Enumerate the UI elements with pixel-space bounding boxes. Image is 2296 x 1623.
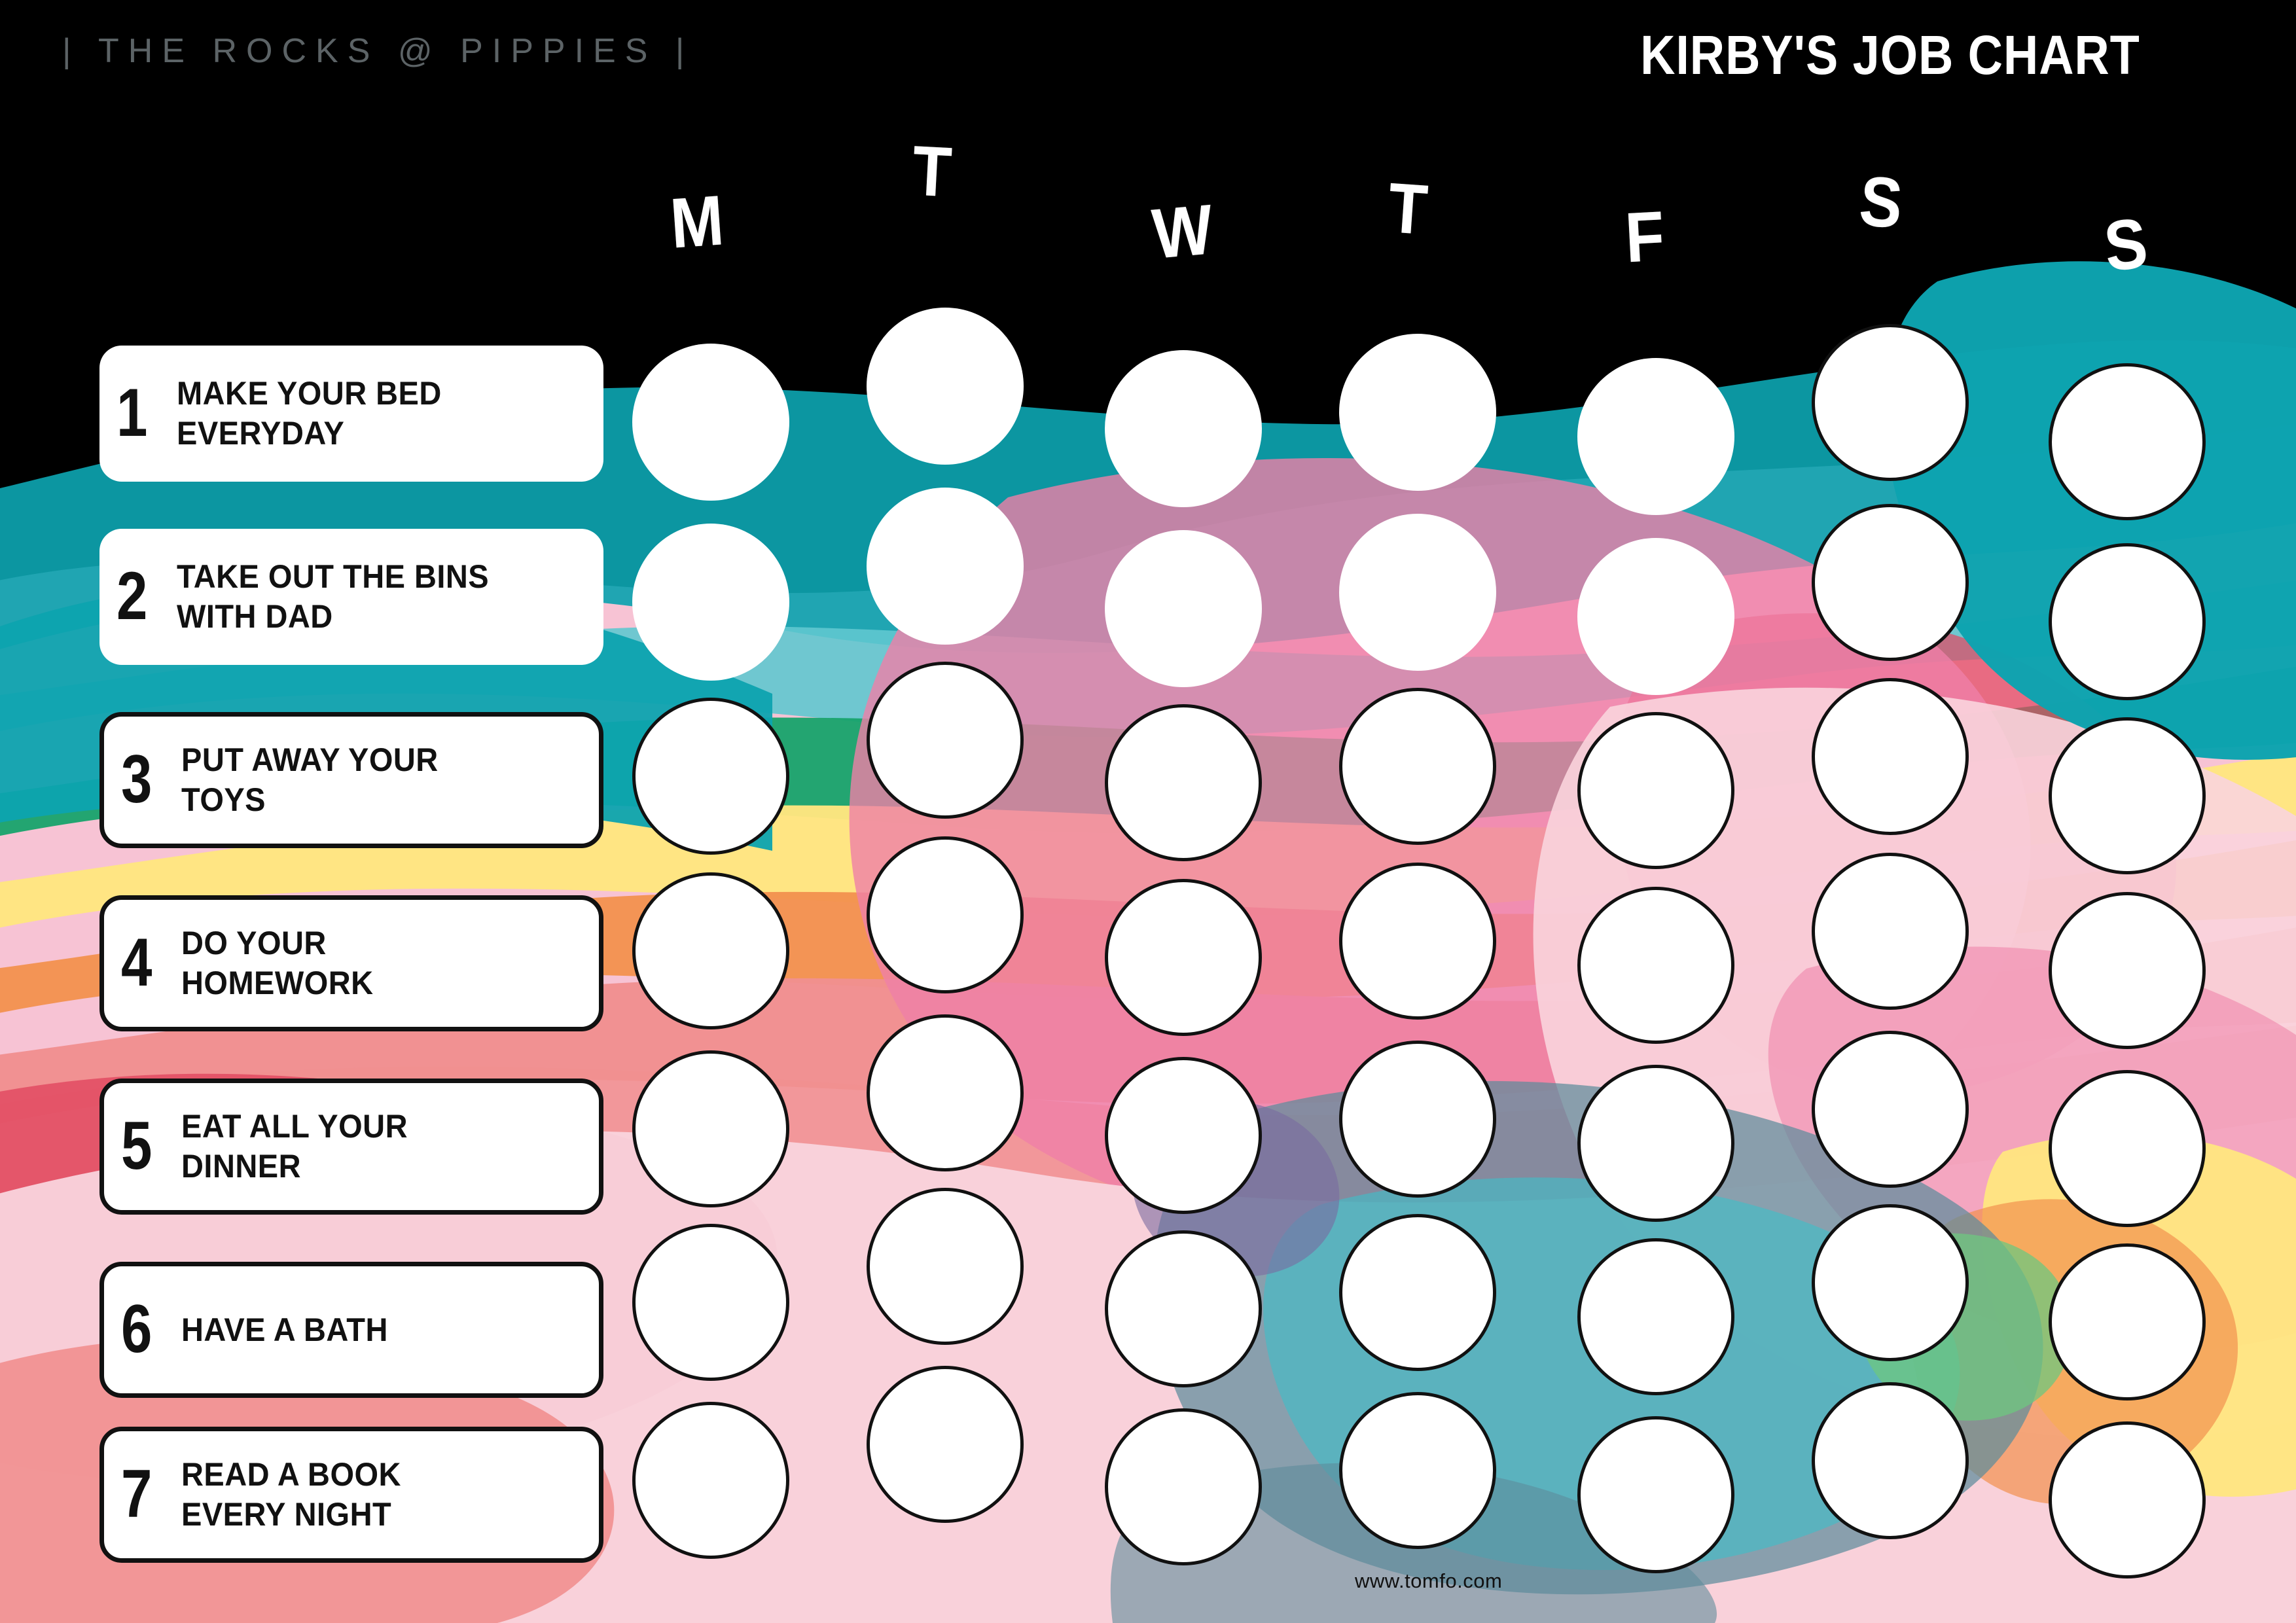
sticker-circle-r7-c4[interactable] [1339, 1392, 1496, 1549]
sticker-circle-r7-c7[interactable] [2049, 1421, 2206, 1578]
sticker-circle-r6-c6[interactable] [1812, 1204, 1969, 1361]
sticker-circle-r3-c6[interactable] [1812, 678, 1969, 835]
sticker-circle-r6-c1[interactable] [632, 1224, 789, 1381]
task-number-3: 3 [121, 741, 152, 818]
sticker-circle-r6-c5[interactable] [1577, 1238, 1734, 1395]
sticker-circle-r3-c2[interactable] [867, 662, 1024, 819]
task-label-line2: DINNER [181, 1148, 302, 1185]
task-label-line1: PUT AWAY YOUR [181, 741, 439, 778]
task-label-3: PUT AWAY YOUR TOYS [181, 740, 439, 820]
task-label-line1: HAVE A BATH [181, 1311, 388, 1348]
task-card-4[interactable]: 4 DO YOUR HOMEWORK [99, 895, 603, 1031]
task-card-7[interactable]: 7 READ A BOOK EVERY NIGHT [99, 1427, 603, 1563]
sticker-circle-r2-c1[interactable] [632, 524, 789, 681]
sticker-circle-r7-c5[interactable] [1577, 1416, 1734, 1573]
sticker-circle-r5-c4[interactable] [1339, 1041, 1496, 1198]
sticker-circle-r3-c5[interactable] [1577, 712, 1734, 869]
sticker-circle-r7-c1[interactable] [632, 1402, 789, 1559]
task-card-6[interactable]: 6 HAVE A BATH [99, 1262, 603, 1398]
task-label-5: EAT ALL YOUR DINNER [181, 1107, 408, 1186]
task-card-3[interactable]: 3 PUT AWAY YOUR TOYS [99, 712, 603, 848]
day-header-6: S [1856, 160, 1906, 243]
task-label-4: DO YOUR HOMEWORK [181, 923, 374, 1003]
sticker-circle-r2-c4[interactable] [1339, 514, 1496, 671]
day-header-1: M [668, 180, 726, 263]
sticker-circle-r4-c6[interactable] [1812, 853, 1969, 1010]
task-label-line1: MAKE YOUR BED [177, 375, 442, 412]
sticker-circle-r1-c1[interactable] [632, 344, 789, 501]
sticker-circle-r3-c1[interactable] [632, 698, 789, 855]
footer-url[interactable]: www.tomfo.com [1355, 1569, 1502, 1593]
day-header-7: S [2100, 202, 2151, 287]
sticker-circle-r1-c5[interactable] [1577, 358, 1734, 515]
task-number-1: 1 [117, 375, 148, 452]
task-label-line1: DO YOUR [181, 925, 327, 961]
sticker-circle-r6-c7[interactable] [2049, 1243, 2206, 1400]
sticker-circle-r7-c2[interactable] [867, 1366, 1024, 1523]
day-header-5: F [1623, 196, 1666, 277]
sticker-circle-r2-c6[interactable] [1812, 504, 1969, 661]
sticker-circle-r4-c4[interactable] [1339, 863, 1496, 1020]
day-header-2: T [910, 130, 954, 212]
sticker-circle-r2-c2[interactable] [867, 488, 1024, 645]
task-card-1[interactable]: 1 MAKE YOUR BED EVERYDAY [99, 346, 603, 482]
sticker-circle-r5-c3[interactable] [1105, 1057, 1262, 1214]
task-label-line2: EVERY NIGHT [181, 1496, 392, 1533]
sticker-circle-r4-c3[interactable] [1105, 879, 1262, 1036]
sticker-circle-r2-c5[interactable] [1577, 538, 1734, 695]
task-label-line1: READ A BOOK [181, 1456, 401, 1493]
sticker-circle-r4-c7[interactable] [2049, 892, 2206, 1049]
task-label-line1: EAT ALL YOUR [181, 1108, 408, 1145]
task-label-line2: EVERYDAY [177, 415, 345, 452]
sticker-circle-r1-c2[interactable] [867, 308, 1024, 465]
sticker-circle-r4-c1[interactable] [632, 872, 789, 1029]
day-header-3: W [1149, 189, 1216, 274]
sticker-circle-r5-c7[interactable] [2049, 1070, 2206, 1227]
day-header-4: T [1386, 168, 1430, 249]
sticker-circle-r3-c3[interactable] [1105, 704, 1262, 861]
sticker-circle-r1-c6[interactable] [1812, 324, 1969, 481]
sticker-circle-r5-c6[interactable] [1812, 1031, 1969, 1188]
task-card-5[interactable]: 5 EAT ALL YOUR DINNER [99, 1079, 603, 1215]
task-label-2: TAKE OUT THE BINS WITH DAD [177, 557, 489, 637]
sticker-circle-r6-c2[interactable] [867, 1188, 1024, 1345]
sticker-circle-r5-c5[interactable] [1577, 1065, 1734, 1222]
task-number-4: 4 [121, 925, 152, 1001]
task-label-6: HAVE A BATH [181, 1310, 388, 1350]
sticker-circle-r6-c3[interactable] [1105, 1230, 1262, 1387]
task-label-1: MAKE YOUR BED EVERYDAY [177, 374, 442, 454]
task-label-line2: WITH DAD [177, 598, 333, 635]
sticker-circle-r2-c7[interactable] [2049, 543, 2206, 700]
task-number-2: 2 [117, 558, 148, 635]
task-label-7: READ A BOOK EVERY NIGHT [181, 1455, 401, 1535]
sticker-circle-r3-c4[interactable] [1339, 688, 1496, 845]
sticker-circle-r1-c7[interactable] [2049, 363, 2206, 520]
task-label-line2: HOMEWORK [181, 965, 374, 1001]
job-chart-poster: | THE ROCKS @ PIPPIES | KIRBY'S JOB CHAR… [0, 0, 2296, 1623]
sticker-circle-r7-c6[interactable] [1812, 1382, 1969, 1539]
task-label-line2: TOYS [181, 781, 266, 818]
sticker-circle-r5-c1[interactable] [632, 1050, 789, 1207]
page-title: KIRBY'S JOB CHART [1640, 24, 2140, 86]
sticker-circle-r5-c2[interactable] [867, 1014, 1024, 1171]
sticker-circle-r3-c7[interactable] [2049, 717, 2206, 874]
sticker-circle-r2-c3[interactable] [1105, 530, 1262, 687]
sticker-circle-r6-c4[interactable] [1339, 1214, 1496, 1371]
brand-label: | THE ROCKS @ PIPPIES | [62, 32, 694, 70]
task-number-6: 6 [121, 1291, 152, 1368]
sticker-circle-r7-c3[interactable] [1105, 1408, 1262, 1565]
sticker-circle-r1-c4[interactable] [1339, 334, 1496, 491]
task-label-line1: TAKE OUT THE BINS [177, 558, 490, 595]
task-number-5: 5 [121, 1108, 152, 1185]
sticker-circle-r1-c3[interactable] [1105, 350, 1262, 507]
sticker-circle-r4-c5[interactable] [1577, 887, 1734, 1044]
sticker-circle-r4-c2[interactable] [867, 836, 1024, 993]
task-number-7: 7 [121, 1456, 152, 1533]
task-card-2[interactable]: 2 TAKE OUT THE BINS WITH DAD [99, 529, 603, 665]
